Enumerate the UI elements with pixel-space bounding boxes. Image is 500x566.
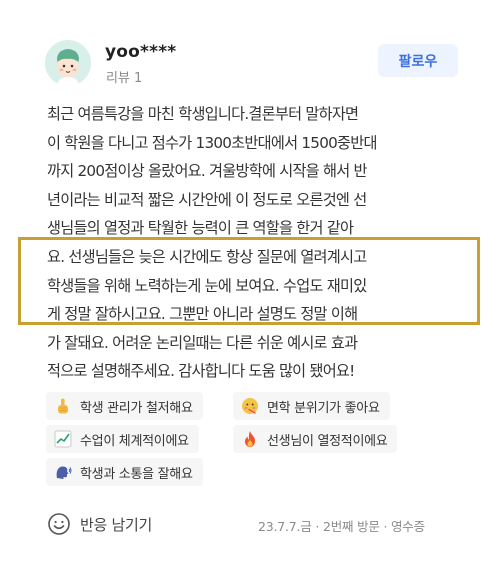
review-line: 적으로 설명해주세요. 감사합니다 도움 많이 됐어요! (47, 362, 355, 381)
keyword-tag-passionate: 선생님이 열정적이에요 (233, 425, 398, 453)
leave-reaction-button[interactable]: 반응 남기기 (47, 510, 152, 538)
review-line: 가 잘돼요. 어려운 논리일때는 다른 쉬운 예시로 효과 (47, 333, 358, 352)
review-line: 요. 선생님들은 늦은 시간에도 항상 질문에 열려계시고 (47, 247, 367, 266)
review-line: 까지 200점이상 올랐어요. 겨울방학에 시작을 해서 반 (47, 162, 367, 181)
speaking-head-icon (56, 466, 72, 479)
tag-label: 선생님이 열정적이에요 (267, 433, 388, 449)
keyword-tag-management: 학생 관리가 철저해요 (46, 392, 203, 420)
fire-icon (245, 431, 255, 447)
user-avatar[interactable] (45, 40, 91, 86)
review-line: 이 학원을 다니고 점수가 1300초반대에서 1500중반대 (47, 133, 377, 152)
keyword-tag-systematic: 수업이 체계적이에요 (46, 425, 199, 453)
review-line: 최근 여름특강을 마친 학생입니다.결론부터 말하자면 (47, 105, 359, 123)
tag-label: 학생과 소통을 잘해요 (80, 466, 193, 482)
face-with-thermometer-icon (242, 398, 258, 414)
pointing-up-hand-icon (58, 398, 68, 414)
review-line: 게 정말 잘하시고요. 그뿐만 아니라 설명도 정말 이해 (47, 305, 358, 324)
smile-icon (48, 513, 70, 535)
review-text: 최근 여름특강을 마친 학생입니다.결론부터 말하자면 이 학원을 다니고 점수… (47, 100, 467, 386)
review-card: yoo**** 리뷰 1 팔로우 최근 여름특강을 마친 학생입니다.결론부터 … (0, 0, 500, 566)
review-line: 학생들을 위해 노력하는게 눈에 보여요. 수업도 재미있 (47, 276, 367, 295)
visit-meta: 23.7.7.금 · 2번째 방문 · 영수증 (258, 519, 425, 534)
review-line: 년이라는 비교적 짧은 시간안에 이 정도로 오른것엔 선 (47, 190, 367, 209)
review-line: 생님들의 열정과 탁월한 능력이 큰 역할을 한거 같아 (47, 219, 354, 238)
tag-label: 면학 분위기가 좋아요 (267, 400, 380, 416)
cartoon-face-avatar-icon (45, 40, 91, 86)
tag-label: 학생 관리가 철저해요 (80, 400, 193, 416)
keyword-tag-atmosphere: 면학 분위기가 좋아요 (233, 392, 390, 420)
follow-button[interactable]: 팔로우 (378, 44, 458, 77)
tag-label: 수업이 체계적이에요 (80, 433, 189, 449)
username[interactable]: yoo**** (105, 42, 176, 62)
keyword-tag-communication: 학생과 소통을 잘해요 (46, 458, 203, 486)
review-count: 리뷰 1 (106, 71, 143, 86)
reaction-label: 반응 남기기 (80, 515, 152, 534)
chart-increasing-icon (54, 430, 72, 448)
